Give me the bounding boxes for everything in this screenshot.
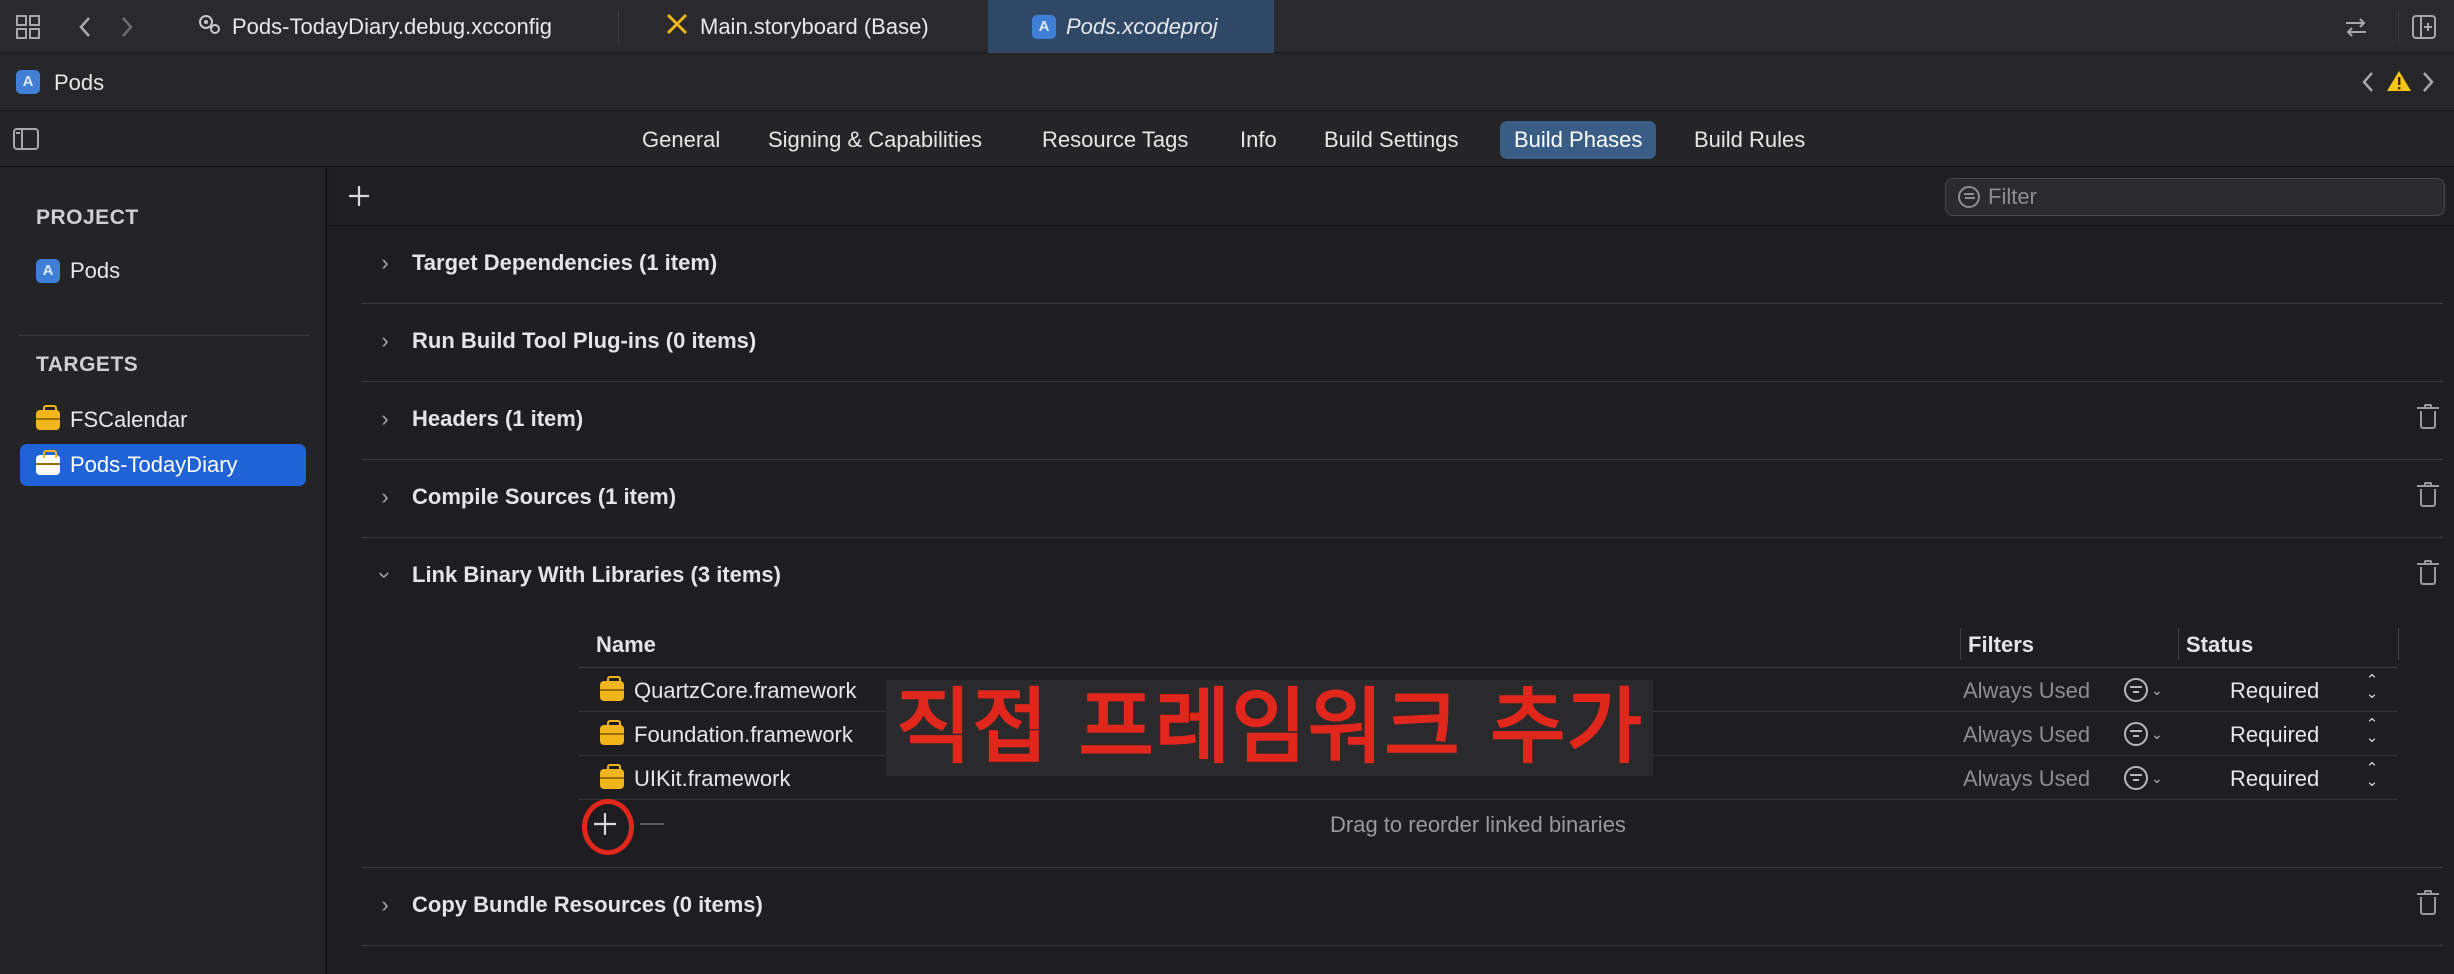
project-item-label: Pods — [70, 258, 121, 283]
grid-icon[interactable] — [14, 13, 42, 41]
table-header: Name Filters Status — [578, 622, 2399, 668]
library-name: QuartzCore.framework — [634, 678, 857, 703]
status-stepper-icon[interactable]: ⌃ ⌄ — [2362, 717, 2382, 750]
tab-storyboard[interactable]: Main.storyboard (Base) — [664, 0, 964, 53]
swap-arrows-icon[interactable] — [2342, 13, 2370, 41]
filter-icon — [1958, 186, 1980, 208]
status-stepper-icon[interactable]: ⌃ ⌄ — [2362, 761, 2382, 794]
chevron-right-icon[interactable]: › — [375, 892, 395, 918]
breadcrumb-project[interactable]: Pods — [54, 70, 104, 96]
remove-library-button[interactable] — [640, 823, 664, 825]
column-header-filters[interactable]: Filters — [1968, 632, 2034, 658]
phase-title: Run Build Tool Plug-ins (0 items) — [412, 328, 757, 353]
phase-compile-sources[interactable]: › Compile Sources (1 item) — [361, 460, 2443, 538]
filter-field[interactable] — [1945, 178, 2445, 216]
project-icon — [16, 70, 40, 94]
phase-title: Link Binary With Libraries (3 items) — [412, 562, 781, 587]
phase-title: Headers (1 item) — [412, 406, 584, 431]
target-item-label: Pods-TodayDiary — [70, 452, 238, 477]
library-status[interactable]: Required — [2230, 766, 2319, 792]
phase-title: Target Dependencies (1 item) — [412, 250, 718, 275]
tab-xcodeproj[interactable]: Pods.xcodeproj — [988, 0, 1274, 53]
project-section-header: PROJECT — [36, 206, 139, 229]
storyboard-icon — [664, 11, 690, 43]
chevron-down-icon[interactable]: › — [372, 565, 398, 585]
toolbox-icon — [600, 676, 624, 701]
toolbox-icon — [36, 450, 60, 475]
jump-bar: Pods — [0, 53, 2454, 111]
column-header-name[interactable]: Name — [596, 632, 656, 658]
project-icon — [1032, 14, 1056, 39]
target-item-fscalendar[interactable]: FSCalendar — [20, 399, 306, 441]
target-item-pods-todaydiary[interactable]: Pods-TodayDiary — [20, 444, 306, 486]
tab-label: Pods.xcodeproj — [1066, 13, 1218, 39]
annotation-circle — [582, 799, 634, 855]
editor-tabs-bar: General Signing & Capabilities Resource … — [0, 111, 2454, 167]
back-chevron-icon[interactable] — [72, 13, 100, 41]
tab-label: Pods-TodayDiary.debug.xcconfig — [232, 13, 552, 39]
trash-icon[interactable] — [2417, 404, 2439, 430]
project-navigator: PROJECT Pods TARGETS FSCalendar Pods-Tod… — [0, 168, 327, 974]
table-footer: Drag to reorder linked binaries — [578, 800, 2400, 848]
trash-icon[interactable] — [2417, 482, 2439, 508]
column-header-status[interactable]: Status — [2186, 632, 2253, 658]
window-tab-bar: Pods-TodayDiary.debug.xcconfig Main.stor… — [0, 0, 2454, 53]
add-phase-button[interactable] — [347, 180, 371, 214]
target-item-label: FSCalendar — [70, 407, 188, 432]
status-stepper-icon[interactable]: ⌃ ⌄ — [2362, 673, 2382, 706]
tab-build-phases[interactable]: Build Phases — [1500, 121, 1657, 159]
next-issue-icon[interactable] — [2418, 69, 2438, 100]
phase-copy-bundle-resources[interactable]: › Copy Bundle Resources (0 items) — [361, 868, 2443, 946]
library-name: Foundation.framework — [634, 722, 853, 747]
phase-title: Compile Sources (1 item) — [412, 484, 677, 509]
drag-hint: Drag to reorder linked binaries — [1330, 812, 1626, 837]
tab-label: Main.storyboard (Base) — [700, 13, 929, 39]
gear-icon — [196, 11, 222, 43]
chevron-right-icon[interactable]: › — [375, 250, 395, 276]
toggle-sidebar-icon[interactable] — [12, 127, 40, 156]
chevron-right-icon[interactable]: › — [375, 406, 395, 432]
phase-run-build-tool-plugins[interactable]: › Run Build Tool Plug-ins (0 items) — [361, 304, 2443, 382]
toolbox-icon — [600, 720, 624, 745]
targets-section-header: TARGETS — [36, 353, 139, 376]
tab-build-rules[interactable]: Build Rules — [1680, 121, 1819, 159]
library-status[interactable]: Required — [2230, 722, 2319, 748]
phases-toolbar — [329, 168, 2454, 226]
build-phases-editor: › Target Dependencies (1 item) › Run Bui… — [329, 168, 2454, 974]
filter-menu-icon[interactable]: ⌄ — [2124, 766, 2164, 790]
library-status[interactable]: Required — [2230, 678, 2319, 704]
library-filter: Always Used — [1963, 678, 2091, 703]
project-item-pods[interactable]: Pods — [20, 250, 306, 292]
toolbox-icon — [36, 405, 60, 430]
annotation-label: 직접 프레임워크 추가 — [886, 680, 1654, 776]
tab-xcconfig[interactable]: Pods-TodayDiary.debug.xcconfig — [196, 0, 616, 53]
add-editor-icon[interactable] — [2410, 13, 2438, 41]
chevron-right-icon[interactable]: › — [375, 484, 395, 510]
library-filter: Always Used — [1963, 722, 2091, 747]
filter-input[interactable] — [1988, 184, 2428, 210]
warning-icon[interactable] — [2386, 69, 2412, 98]
library-filter: Always Used — [1963, 766, 2091, 791]
forward-chevron-icon[interactable] — [112, 13, 140, 41]
tab-general[interactable]: General — [628, 121, 734, 159]
phase-target-dependencies[interactable]: › Target Dependencies (1 item) — [361, 226, 2443, 304]
trash-icon[interactable] — [2417, 890, 2439, 916]
trash-icon[interactable] — [2417, 560, 2439, 586]
previous-issue-icon[interactable] — [2358, 69, 2378, 100]
tab-signing-capabilities[interactable]: Signing & Capabilities — [754, 121, 996, 159]
filter-menu-icon[interactable]: ⌄ — [2124, 722, 2164, 746]
library-name: UIKit.framework — [634, 766, 791, 791]
phase-headers[interactable]: › Headers (1 item) — [361, 382, 2443, 460]
toolbox-icon — [600, 764, 624, 789]
project-icon — [36, 259, 60, 283]
tab-info[interactable]: Info — [1226, 121, 1291, 159]
chevron-right-icon[interactable]: › — [375, 328, 395, 354]
tab-resource-tags[interactable]: Resource Tags — [1028, 121, 1202, 159]
phase-title: Copy Bundle Resources (0 items) — [412, 892, 763, 917]
tab-build-settings[interactable]: Build Settings — [1310, 121, 1473, 159]
filter-menu-icon[interactable]: ⌄ — [2124, 678, 2164, 702]
